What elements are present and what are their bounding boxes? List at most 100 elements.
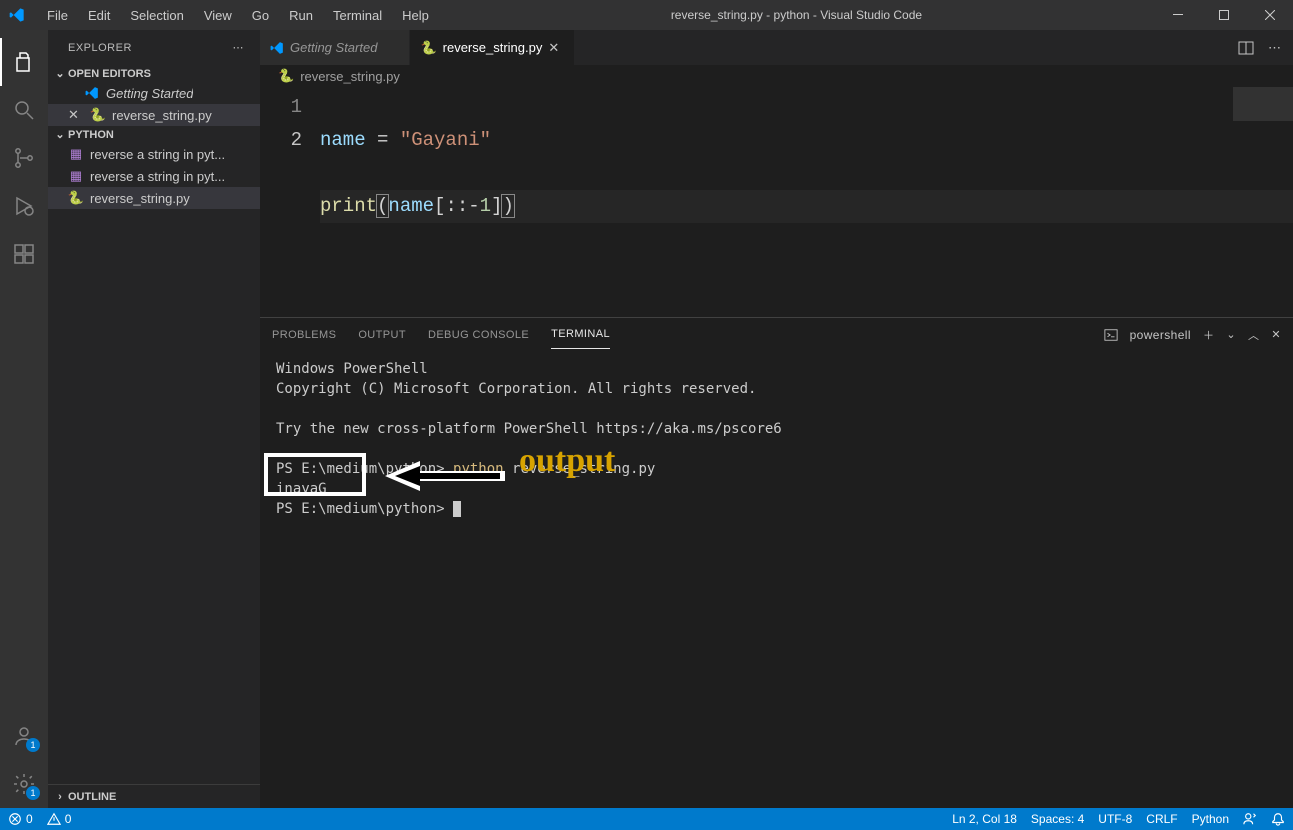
token-bracket: ] — [491, 195, 502, 217]
token-string: "Gayani" — [400, 129, 491, 151]
activity-explorer[interactable] — [0, 38, 48, 86]
status-eol[interactable]: CRLF — [1146, 812, 1177, 826]
status-warnings[interactable]: 0 — [47, 812, 72, 826]
panel-tab-terminal[interactable]: TERMINAL — [551, 320, 610, 349]
terminal-line: Copyright (C) Microsoft Corporation. All… — [276, 379, 1277, 399]
token-paren: ( — [377, 195, 388, 217]
maximize-panel-icon[interactable]: ︿ — [1248, 327, 1259, 343]
breadcrumb-label: reverse_string.py — [300, 69, 400, 84]
close-button[interactable] — [1247, 0, 1293, 30]
status-indentation[interactable]: Spaces: 4 — [1031, 812, 1084, 826]
window-title: reverse_string.py - python - Visual Stud… — [438, 8, 1155, 22]
open-editors-title: OPEN EDITORS — [68, 68, 151, 80]
open-editor-getting-started[interactable]: Getting Started — [48, 82, 260, 104]
close-icon[interactable]: ✕ — [68, 107, 84, 123]
workspace-title: PYTHON — [68, 129, 114, 141]
editor-group: Getting Started ✕ 🐍 reverse_string.py ✕ … — [260, 30, 1293, 808]
minimap[interactable] — [1233, 87, 1293, 317]
sidebar-explorer: EXPLORER ⋯ ⌄ OPEN EDITORS Getting Starte… — [48, 30, 260, 808]
activity-extensions[interactable] — [0, 230, 48, 278]
menu-go[interactable]: Go — [243, 4, 278, 27]
status-bell-icon[interactable] — [1271, 812, 1285, 826]
maximize-button[interactable] — [1201, 0, 1247, 30]
close-icon[interactable]: ✕ — [548, 40, 564, 56]
menu-file[interactable]: File — [38, 4, 77, 27]
menu-selection[interactable]: Selection — [121, 4, 192, 27]
activity-run-debug[interactable] — [0, 182, 48, 230]
token-function: print — [320, 195, 377, 217]
token-identifier: name — [320, 129, 366, 151]
status-feedback-icon[interactable] — [1243, 812, 1257, 826]
window-controls — [1155, 0, 1293, 30]
status-cursor-position[interactable]: Ln 2, Col 18 — [952, 812, 1017, 826]
terminal-line: PS E:\medium\python> python reverse_stri… — [276, 459, 1277, 479]
section-open-editors[interactable]: ⌄ OPEN EDITORS — [48, 65, 260, 82]
tab-getting-started[interactable]: Getting Started ✕ — [260, 30, 410, 65]
close-panel-icon[interactable]: ✕ — [1271, 328, 1281, 341]
file-item-notebook-2[interactable]: ▦ reverse a string in pyt... — [48, 165, 260, 187]
menu-terminal[interactable]: Terminal — [324, 4, 391, 27]
file-item-notebook-1[interactable]: ▦ reverse a string in pyt... — [48, 143, 260, 165]
panel-tab-debug-console[interactable]: DEBUG CONSOLE — [428, 321, 529, 349]
terminal-line: Windows PowerShell — [276, 359, 1277, 379]
menu-view[interactable]: View — [195, 4, 241, 27]
activity-source-control[interactable] — [0, 134, 48, 182]
section-workspace[interactable]: ⌄ PYTHON — [48, 126, 260, 143]
activity-settings[interactable]: 1 — [0, 760, 48, 808]
panel-tab-problems[interactable]: PROBLEMS — [272, 321, 336, 349]
new-terminal-icon[interactable]: ＋ — [1203, 327, 1214, 343]
line-gutter: 1 2 — [260, 91, 320, 317]
terminal-output-line: inayaG — [276, 479, 1277, 499]
open-editor-label: reverse_string.py — [112, 108, 212, 123]
shell-name[interactable]: powershell — [1130, 328, 1191, 342]
panel-tab-output[interactable]: OUTPUT — [358, 321, 406, 349]
editor-tabs: Getting Started ✕ 🐍 reverse_string.py ✕ … — [260, 30, 1293, 65]
split-editor-icon[interactable] — [1238, 40, 1254, 56]
minimap-viewport[interactable] — [1233, 87, 1293, 121]
vscode-logo-icon — [8, 6, 26, 24]
status-language[interactable]: Python — [1192, 812, 1229, 826]
terminal-line: Try the new cross-platform PowerShell ht… — [276, 419, 1277, 439]
status-errors[interactable]: 0 — [8, 812, 33, 826]
python-icon: 🐍 — [68, 190, 84, 206]
file-label: reverse a string in pyt... — [90, 147, 225, 162]
explorer-more-icon[interactable]: ⋯ — [233, 41, 245, 54]
terminal-dropdown-icon[interactable]: ⌄ — [1226, 328, 1236, 341]
code-content[interactable]: name = "Gayani" print(name[::-1]) — [320, 91, 1293, 317]
status-encoding[interactable]: UTF-8 — [1098, 812, 1132, 826]
editor-more-icon[interactable]: ⋯ — [1268, 40, 1281, 56]
open-editor-label: Getting Started — [106, 86, 193, 101]
activity-accounts[interactable]: 1 — [0, 712, 48, 760]
open-editor-reverse-string[interactable]: ✕ 🐍 reverse_string.py — [48, 104, 260, 126]
line-number: 1 — [260, 91, 302, 124]
file-label: reverse a string in pyt... — [90, 169, 225, 184]
explorer-title: EXPLORER — [68, 42, 233, 54]
token-bracket: [ — [434, 195, 445, 217]
menu-edit[interactable]: Edit — [79, 4, 119, 27]
bottom-panel: PROBLEMS OUTPUT DEBUG CONSOLE TERMINAL p… — [260, 317, 1293, 808]
file-item-reverse-string[interactable]: 🐍 reverse_string.py — [48, 187, 260, 209]
python-icon: 🐍 — [278, 68, 294, 84]
python-icon: 🐍 — [90, 107, 106, 123]
token-identifier: name — [388, 195, 434, 217]
terminal-line: PS E:\medium\python> — [276, 499, 1277, 519]
chevron-down-icon: ⌄ — [52, 67, 68, 80]
token-number: 1 — [480, 195, 491, 217]
menu-help[interactable]: Help — [393, 4, 438, 27]
section-outline[interactable]: › OUTLINE — [48, 784, 260, 808]
chevron-right-icon: › — [52, 791, 68, 803]
tab-label: reverse_string.py — [443, 40, 543, 55]
tab-reverse-string[interactable]: 🐍 reverse_string.py ✕ — [410, 30, 575, 65]
terminal-shell-icon[interactable] — [1104, 328, 1118, 342]
terminal-content[interactable]: Windows PowerShell Copyright (C) Microso… — [260, 351, 1293, 808]
menu-run[interactable]: Run — [280, 4, 322, 27]
notebook-icon: ▦ — [68, 146, 84, 162]
activity-search[interactable] — [0, 86, 48, 134]
breadcrumb[interactable]: 🐍 reverse_string.py — [260, 65, 1293, 87]
tab-label: Getting Started — [290, 40, 377, 55]
settings-badge: 1 — [26, 786, 40, 800]
code-editor[interactable]: 1 2 name = "Gayani" print(name[::-1]) — [260, 87, 1293, 317]
token-colon: : — [445, 195, 456, 217]
token-operator: = — [366, 129, 400, 151]
minimize-button[interactable] — [1155, 0, 1201, 30]
